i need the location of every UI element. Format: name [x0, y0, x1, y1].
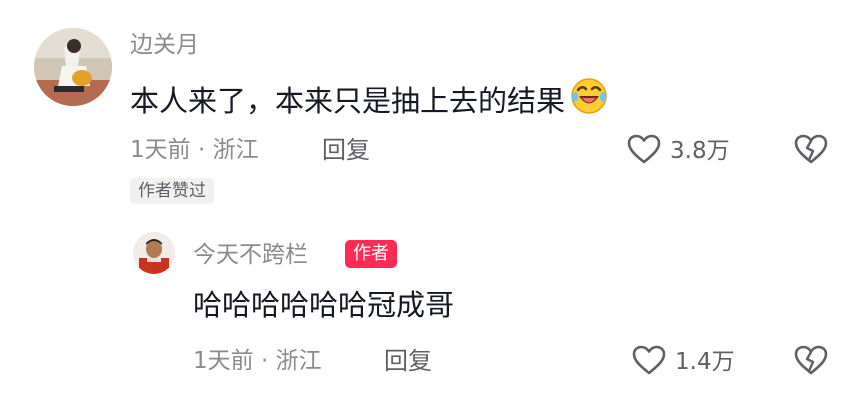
- comment-dislike-button[interactable]: [793, 133, 829, 169]
- comment-reply-button[interactable]: 回复: [322, 135, 370, 165]
- reply-author-avatar[interactable]: [133, 232, 175, 274]
- author-tag: 作者: [345, 240, 397, 268]
- reply-time-location: 1天前 · 浙江: [193, 348, 322, 374]
- comment-like-count: 3.8万: [670, 138, 730, 164]
- broken-heart-icon: [793, 345, 829, 380]
- reply-reply-button[interactable]: 回复: [384, 346, 432, 376]
- comment-time-location: 1天前 · 浙江: [130, 137, 259, 163]
- reply-author-username[interactable]: 今天不跨栏: [193, 240, 308, 270]
- author-liked-badge: 作者赞过: [130, 178, 214, 204]
- heart-icon: [631, 344, 667, 380]
- commenter-avatar[interactable]: [34, 28, 112, 106]
- heart-icon: [626, 133, 662, 169]
- reply-like-count: 1.4万: [675, 349, 735, 375]
- comment-like-button[interactable]: 3.8万: [626, 133, 730, 169]
- commenter-username[interactable]: 边关月: [130, 30, 199, 60]
- reply-dislike-button[interactable]: [793, 344, 829, 380]
- comment-text-row: 本人来了，本来只是抽上去的结果: [130, 76, 609, 126]
- comment-text: 本人来了，本来只是抽上去的结果: [130, 84, 566, 118]
- broken-heart-icon: [793, 134, 829, 169]
- rolling-on-floor-laughing-emoji: [569, 76, 609, 126]
- reply-text: 哈哈哈哈哈哈冠成哥: [193, 288, 455, 322]
- reply-like-button[interactable]: 1.4万: [631, 344, 735, 380]
